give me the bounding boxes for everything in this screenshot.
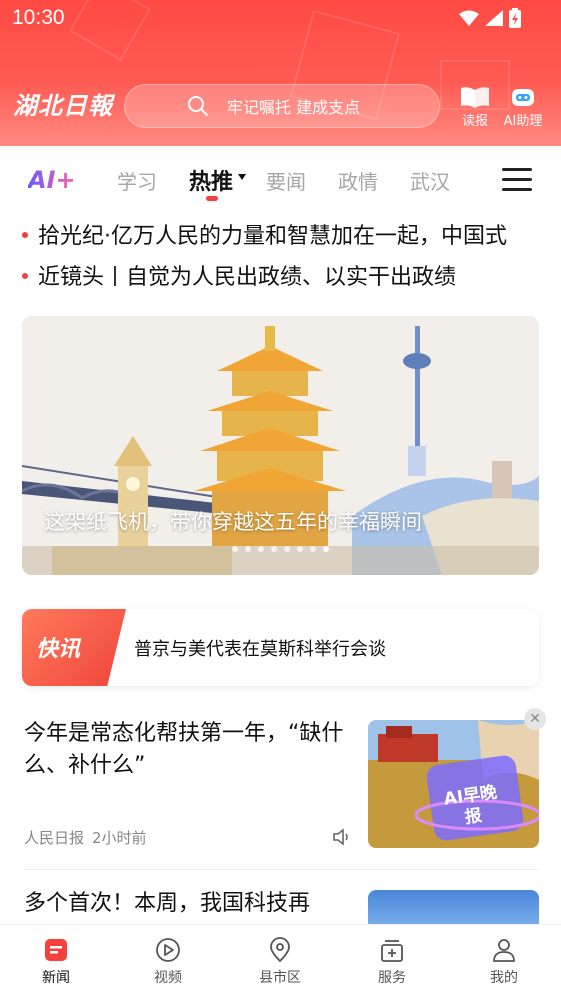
app-header: 10:30 湖北日報 牢记嘱托 建成支点 读报 AI助理 <box>0 0 561 146</box>
nav-label: 县市区 <box>259 970 301 986</box>
tab-study[interactable]: 学习 <box>117 166 157 195</box>
carousel-dot <box>284 546 290 552</box>
tab-hot[interactable]: 热推 <box>189 164 233 196</box>
search-placeholder: 牢记嘱托 建成支点 <box>227 98 361 117</box>
active-tab-indicator <box>206 196 218 201</box>
bullet-dot <box>22 273 28 279</box>
carousel-indicator <box>232 546 329 552</box>
ai-channel-logo[interactable]: AI+ <box>28 166 76 194</box>
carousel-dot <box>310 546 316 552</box>
ai-assistant-button[interactable]: AI助理 <box>498 86 548 129</box>
search-icon <box>188 96 208 116</box>
robot-icon <box>512 89 534 106</box>
channel-tabs: AI+ 学习 热推 要闻 政情 武汉 <box>0 146 561 216</box>
status-bar: 10:30 <box>0 0 561 40</box>
banner-illustration <box>22 316 539 575</box>
news-title[interactable]: 今年是常态化帮扶第一年，“缺什么、补什么” <box>24 718 354 782</box>
bottom-navigation: 新闻 视频 县市区 服务 我的 <box>0 924 561 999</box>
headline-text: 自觉为人民出政绩、以实干出政绩 <box>126 265 457 290</box>
nav-video[interactable]: 视频 <box>133 937 203 987</box>
news-time: 2小时前 <box>92 829 147 847</box>
read-paper-label: 读报 <box>461 114 488 129</box>
carousel-dot <box>271 546 277 552</box>
carousel-dot <box>297 546 303 552</box>
nav-label: 新闻 <box>42 970 70 986</box>
nav-label: 视频 <box>154 970 182 986</box>
tab-news[interactable]: 要闻 <box>266 166 306 195</box>
news-meta: 人民日报 2小时前 <box>24 827 147 848</box>
battery-icon <box>509 8 521 28</box>
read-paper-button[interactable]: 读报 <box>450 86 500 129</box>
flash-badge: 快讯 <box>22 609 126 686</box>
nav-news[interactable]: 新闻 <box>21 937 91 987</box>
separator <box>114 266 117 286</box>
divider <box>24 869 538 870</box>
carousel-dot <box>245 546 251 552</box>
chevron-down-icon[interactable] <box>238 174 246 180</box>
carousel-dot <box>232 546 238 552</box>
service-box-icon <box>381 940 403 962</box>
headline-item[interactable]: 拾光纪·亿万人民的力量和智慧加在一起，中国式 <box>22 218 534 250</box>
headline-text: 拾光纪·亿万人民的力量和智慧加在一起，中国式 <box>38 224 507 249</box>
close-icon[interactable]: ✕ <box>524 708 546 730</box>
open-book-icon <box>461 87 489 108</box>
news-icon <box>45 939 67 961</box>
nav-profile[interactable]: 我的 <box>469 937 539 987</box>
tab-wuhan[interactable]: 武汉 <box>410 166 450 195</box>
headline-prefix: 近镜头 <box>38 265 105 290</box>
carousel-banner[interactable]: 这架纸飞机，带你穿越这五年的幸福瞬间 <box>22 316 539 575</box>
headline-item[interactable]: 近镜头 自觉为人民出政绩、以实干出政绩 <box>22 259 534 291</box>
status-time: 10:30 <box>12 6 65 29</box>
bullet-dot <box>22 232 28 238</box>
search-bar[interactable]: 牢记嘱托 建成支点 <box>124 84 440 128</box>
tab-politics[interactable]: 政情 <box>338 166 378 195</box>
ai-assistant-label: AI助理 <box>503 114 543 129</box>
nav-county[interactable]: 县市区 <box>245 937 315 987</box>
flash-news-card[interactable]: 快讯 普京与美代表在莫斯科举行会谈 <box>22 609 539 686</box>
menu-icon[interactable] <box>502 168 532 192</box>
brand-logo[interactable]: 湖北日報 <box>13 86 113 121</box>
flash-text: 普京与美代表在莫斯科举行会谈 <box>134 639 386 660</box>
video-play-icon <box>156 938 180 962</box>
news-thumbnail[interactable]: AI早晚报 <box>368 720 539 848</box>
speaker-icon[interactable] <box>332 828 352 846</box>
nav-service[interactable]: 服务 <box>357 937 427 987</box>
carousel-dot-active <box>323 546 329 552</box>
ai-digest-badge: AI早晚报 <box>442 782 499 828</box>
news-source: 人民日报 <box>24 829 85 847</box>
status-icons <box>459 8 521 28</box>
signal-icon <box>485 10 503 26</box>
nav-label: 服务 <box>378 970 406 986</box>
location-pin-icon <box>270 937 290 963</box>
banner-caption: 这架纸飞机，带你穿越这五年的幸福瞬间 <box>44 510 422 534</box>
nav-label: 我的 <box>490 970 518 986</box>
carousel-dot <box>258 546 264 552</box>
wifi-icon <box>459 10 479 26</box>
news-title[interactable]: 多个首次！本周，我国科技再 <box>24 888 354 920</box>
user-icon <box>493 939 515 962</box>
